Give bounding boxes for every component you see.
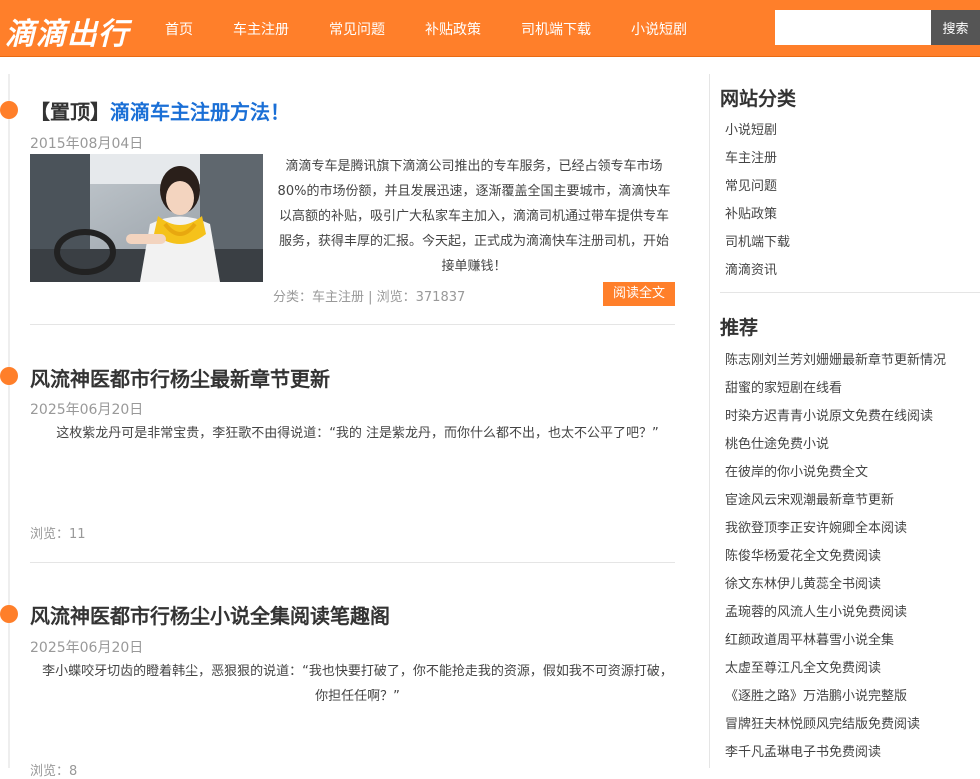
sidebar-border [709, 74, 710, 768]
nav-driver-register[interactable]: 车主注册 [233, 19, 289, 39]
recommend-link[interactable]: 宦途风云宋观潮最新章节更新 [725, 489, 894, 508]
pinned-label: 【置顶】 [30, 100, 110, 124]
category-link[interactable]: 常见问题 [725, 175, 777, 194]
recommend-link[interactable]: 我欲登顶李正安许婉卿全本阅读 [725, 517, 907, 536]
category-link[interactable]: 司机端下载 [725, 231, 790, 250]
car-driver-photo [30, 154, 263, 282]
timeline-dot [0, 367, 18, 385]
recommend-link[interactable]: 陈俊华杨爱花全文免费阅读 [725, 545, 881, 564]
category-link[interactable]: 小说短剧 [725, 119, 777, 138]
post-meta: 浏览：8 [30, 764, 78, 779]
category-link[interactable]: 滴滴资讯 [725, 259, 777, 278]
nav-home[interactable]: 首页 [165, 19, 193, 39]
recommend-heading: 推荐 [720, 317, 759, 339]
post-date: 2025年06月20日 [30, 402, 144, 418]
read-more-button[interactable]: 阅读全文 [603, 282, 675, 306]
post-title[interactable]: 【置顶】滴滴车主注册方法！ [30, 96, 290, 125]
post-excerpt: 滴滴专车是腾讯旗下滴滴公司推出的专车服务，已经占领专车市场80%的市场份额，并且… [277, 159, 671, 274]
recommend-link[interactable]: 红颜政道周平林暮雪小说全集 [725, 629, 894, 648]
post-divider [30, 562, 675, 563]
post-meta: 分类：车主注册 | 浏览：371837 [273, 290, 466, 305]
post-date: 2025年06月20日 [30, 640, 144, 656]
timeline-line [8, 74, 10, 768]
recommend-link[interactable]: 《逐胜之路》万浩鹏小说完整版 [725, 685, 907, 704]
category-link[interactable]: 补贴政策 [725, 203, 777, 222]
nav-subsidy-policy[interactable]: 补贴政策 [425, 19, 481, 39]
post-meta: 浏览：11 [30, 527, 86, 542]
recommend-link[interactable]: 陈志刚刘兰芳刘姗姗最新章节更新情况 [725, 349, 946, 368]
recommend-link[interactable]: 甜蜜的家短剧在线看 [725, 377, 842, 396]
timeline-dot [0, 101, 18, 119]
search-input[interactable] [775, 10, 931, 45]
category-link[interactable]: 车主注册 [725, 147, 777, 166]
search-button[interactable]: 搜索 [931, 10, 980, 45]
post-excerpt: 李小蝶咬牙切齿的瞪着韩尘，恶狠狠的说道：“我也快要打破了，你不能抢走我的资源，假… [42, 664, 673, 704]
nav-driver-app-download[interactable]: 司机端下载 [521, 19, 591, 39]
sidebar-divider [720, 292, 980, 293]
post-divider [30, 324, 675, 325]
site-logo[interactable]: 滴滴出行 [5, 9, 129, 53]
post-title[interactable]: 风流神医都市行杨尘最新章节更新 [30, 363, 330, 392]
categories-heading: 网站分类 [720, 88, 797, 110]
post-thumbnail[interactable] [30, 154, 263, 282]
recommend-link[interactable]: 桃色仕途免费小说 [725, 433, 829, 452]
site-header: 滴滴出行 首页 车主注册 常见问题 补贴政策 司机端下载 小说短剧 搜索 [0, 0, 980, 57]
recommend-link[interactable]: 李千凡孟琳电子书免费阅读 [725, 741, 881, 760]
post-title-link[interactable]: 滴滴车主注册方法！ [110, 100, 290, 124]
recommend-link[interactable]: 时染方迟青青小说原文免费在线阅读 [725, 405, 933, 424]
recommend-link[interactable]: 徐文东林伊儿黄蕊全书阅读 [725, 573, 881, 592]
recommend-link[interactable]: 孟琬蓉的风流人生小说免费阅读 [725, 601, 907, 620]
recommend-link[interactable]: 太虚至尊江凡全文免费阅读 [725, 657, 881, 676]
nav-short-drama[interactable]: 小说短剧 [631, 19, 687, 39]
timeline-dot [0, 605, 18, 623]
post-excerpt: 这枚紫龙丹可是非常宝贵，李狂歌不由得说道：“我的 注是紫龙丹，而你什么都不出，也… [56, 426, 659, 441]
nav-faq[interactable]: 常见问题 [329, 19, 385, 39]
recommend-link[interactable]: 冒牌狂夫林悦顾风完结版免费阅读 [725, 713, 920, 732]
post-date: 2015年08月04日 [30, 136, 144, 152]
post-title[interactable]: 风流神医都市行杨尘小说全集阅读笔趣阁 [30, 600, 390, 629]
recommend-link[interactable]: 在彼岸的你小说免费全文 [725, 461, 868, 480]
